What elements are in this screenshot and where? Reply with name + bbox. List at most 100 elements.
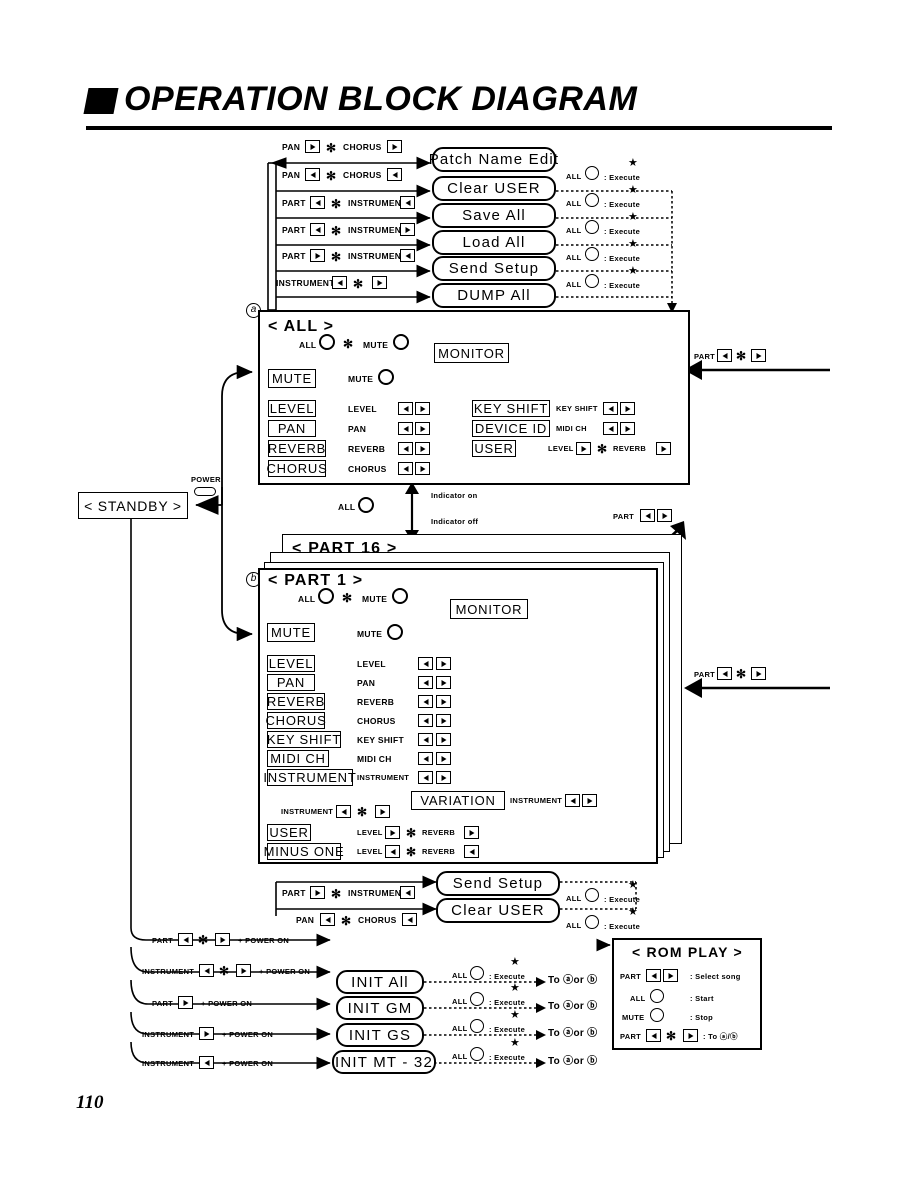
left-key[interactable] [402, 913, 417, 926]
left-key[interactable] [418, 771, 433, 784]
left-key[interactable] [603, 402, 618, 415]
user-button[interactable]: USER [267, 824, 311, 841]
command-load-all[interactable]: Load All [432, 230, 556, 255]
key-shift-button[interactable]: KEY SHIFT [472, 400, 550, 417]
right-key[interactable] [751, 667, 766, 680]
right-key[interactable] [387, 140, 402, 153]
left-key[interactable] [400, 196, 415, 209]
all-knob[interactable] [319, 334, 335, 350]
right-key[interactable] [436, 733, 451, 746]
left-key[interactable] [717, 667, 732, 680]
all-knob[interactable] [358, 497, 374, 513]
pan-button[interactable]: PAN [268, 420, 316, 437]
left-key[interactable] [385, 845, 400, 858]
right-key[interactable] [199, 1027, 214, 1040]
left-key[interactable] [418, 752, 433, 765]
reverb-button[interactable]: REVERB [267, 693, 325, 710]
right-key[interactable] [415, 442, 430, 455]
right-key[interactable] [436, 714, 451, 727]
command-send-setup[interactable]: Send Setup [432, 256, 556, 281]
all-knob[interactable] [470, 1047, 484, 1061]
mute-knob[interactable] [387, 624, 403, 640]
monitor-button[interactable]: MONITOR [450, 599, 528, 619]
all-knob[interactable] [585, 274, 599, 288]
right-key[interactable] [310, 886, 325, 899]
mute-knob[interactable] [650, 1008, 664, 1022]
user-button[interactable]: USER [472, 440, 516, 457]
left-key[interactable] [603, 422, 618, 435]
chorus-button[interactable]: CHORUS [266, 460, 327, 477]
left-key[interactable] [418, 714, 433, 727]
right-key[interactable] [385, 826, 400, 839]
all-knob[interactable] [318, 588, 334, 604]
instrument-button[interactable]: INSTRUMENT [263, 769, 356, 786]
left-key[interactable] [418, 657, 433, 670]
command-init-mt32[interactable]: INIT MT - 32 [332, 1050, 436, 1074]
left-key[interactable] [199, 964, 214, 977]
right-key[interactable] [178, 996, 193, 1009]
right-key[interactable] [436, 676, 451, 689]
level-button[interactable]: LEVEL [268, 400, 316, 417]
command-clear-user[interactable]: Clear USER [432, 176, 556, 201]
right-key[interactable] [375, 805, 390, 818]
minus-one-button[interactable]: MINUS ONE [264, 843, 344, 860]
right-key[interactable] [656, 442, 671, 455]
left-key[interactable] [332, 276, 347, 289]
right-key[interactable] [436, 752, 451, 765]
mute-button[interactable]: MUTE [268, 369, 316, 388]
right-key[interactable] [305, 140, 320, 153]
right-key[interactable] [215, 933, 230, 946]
midi-ch-button[interactable]: MIDI CH [267, 750, 329, 767]
all-knob[interactable] [585, 915, 599, 929]
level-button[interactable]: LEVEL [267, 655, 315, 672]
left-key[interactable] [640, 509, 655, 522]
all-knob[interactable] [650, 989, 664, 1003]
all-knob[interactable] [585, 193, 599, 207]
right-key[interactable] [236, 964, 251, 977]
command-init-gs[interactable]: INIT GS [336, 1023, 424, 1047]
device-id-button[interactable]: DEVICE ID [472, 420, 550, 437]
left-key[interactable] [387, 168, 402, 181]
mute-knob[interactable] [392, 588, 408, 604]
right-key[interactable] [436, 771, 451, 784]
monitor-button[interactable]: MONITOR [434, 343, 509, 363]
left-key[interactable] [398, 422, 413, 435]
left-key[interactable] [336, 805, 351, 818]
right-key[interactable] [400, 223, 415, 236]
mute-knob[interactable] [393, 334, 409, 350]
left-key[interactable] [717, 349, 732, 362]
left-key[interactable] [398, 402, 413, 415]
command-send-setup[interactable]: Send Setup [436, 871, 560, 896]
left-key[interactable] [646, 1029, 661, 1042]
all-knob[interactable] [585, 247, 599, 261]
mute-button[interactable]: MUTE [267, 623, 315, 642]
left-key[interactable] [565, 794, 580, 807]
all-knob[interactable] [585, 220, 599, 234]
all-knob[interactable] [470, 992, 484, 1006]
right-key[interactable] [576, 442, 591, 455]
variation-button[interactable]: VARIATION [411, 791, 505, 810]
right-key[interactable] [436, 695, 451, 708]
command-init-gm[interactable]: INIT GM [336, 996, 424, 1020]
pan-button[interactable]: PAN [267, 674, 315, 691]
right-key[interactable] [751, 349, 766, 362]
left-key[interactable] [199, 1056, 214, 1069]
left-key[interactable] [178, 933, 193, 946]
command-patch-name-edit[interactable]: Patch Name Edit [429, 147, 558, 172]
right-key[interactable] [620, 422, 635, 435]
right-key[interactable] [415, 462, 430, 475]
reverb-button[interactable]: REVERB [268, 440, 326, 457]
command-save-all[interactable]: Save All [432, 203, 556, 228]
right-key[interactable] [582, 794, 597, 807]
left-key[interactable] [464, 845, 479, 858]
right-key[interactable] [683, 1029, 698, 1042]
left-key[interactable] [320, 913, 335, 926]
left-key[interactable] [398, 442, 413, 455]
left-key[interactable] [400, 886, 415, 899]
all-knob[interactable] [585, 888, 599, 902]
command-init-all[interactable]: INIT All [336, 970, 424, 994]
left-key[interactable] [310, 196, 325, 209]
right-key[interactable] [657, 509, 672, 522]
left-key[interactable] [646, 969, 661, 982]
right-key[interactable] [663, 969, 678, 982]
